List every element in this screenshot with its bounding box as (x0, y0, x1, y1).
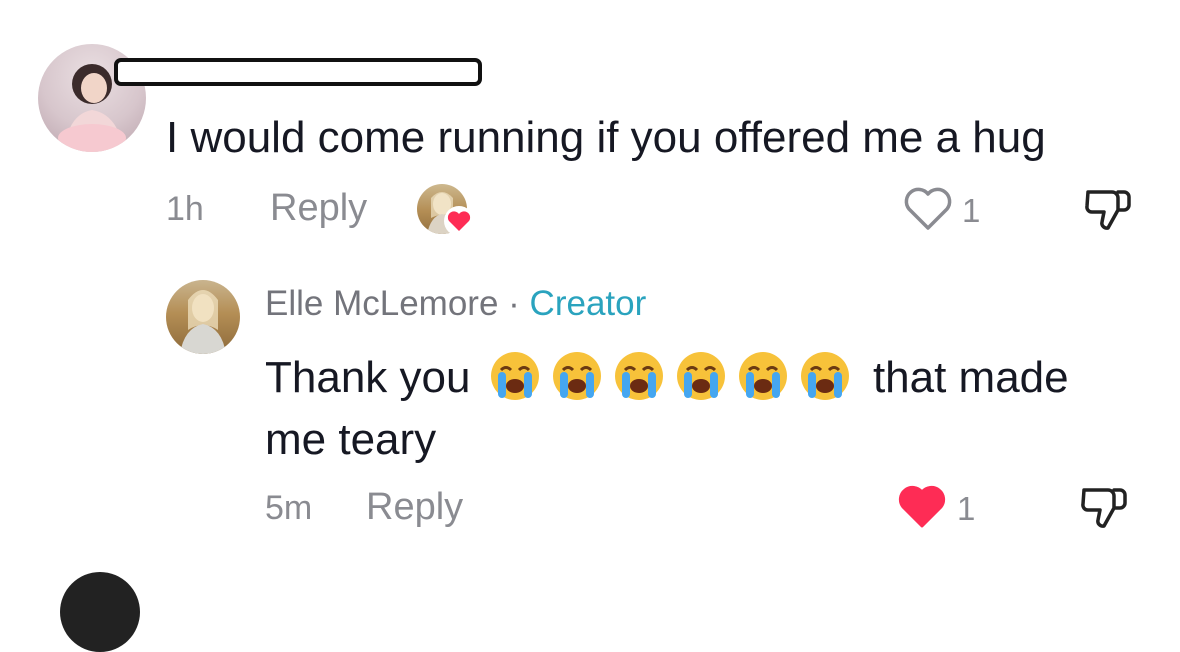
heart-outline-icon (904, 187, 952, 230)
loudly-crying-face-icon (738, 352, 787, 400)
reply-like-count: 1 (957, 490, 976, 527)
comment-like-count: 1 (962, 192, 981, 229)
loudly-crying-face-icon (676, 352, 725, 400)
reply-text-line2: me teary (265, 415, 437, 464)
reply-dislike-button[interactable] (1078, 482, 1128, 537)
comment-reply-button[interactable]: Reply (270, 187, 367, 230)
thumbs-down-icon (1085, 190, 1131, 230)
next-comment-avatar[interactable] (60, 572, 140, 652)
reply-timestamp: 5m (265, 489, 313, 527)
comment-text: I would come running if you offered me a… (166, 113, 1046, 162)
heart-icon (447, 211, 471, 231)
reply-like-button[interactable] (896, 484, 948, 535)
reply-text-start: Thank you (265, 353, 471, 402)
reply-text-end: that made (872, 353, 1069, 402)
emoji-group (489, 352, 873, 402)
redacted-username (114, 58, 482, 86)
comment-like-button[interactable] (902, 186, 954, 237)
reply-text: Thank you that made me teary (265, 347, 1145, 471)
loudly-crying-face-icon (800, 352, 849, 400)
author-separator: · (508, 284, 520, 323)
thumbs-down-icon (1081, 488, 1127, 528)
heart-filled-icon (898, 485, 946, 528)
creator-badge: Creator (529, 284, 647, 323)
creator-heart-badge (444, 206, 474, 236)
reply-author-line: Elle McLemore · Creator (265, 284, 646, 324)
loudly-crying-face-icon (614, 352, 663, 400)
comment-dislike-button[interactable] (1082, 184, 1132, 239)
loudly-crying-face-icon (490, 352, 539, 400)
creator-avatar[interactable] (166, 280, 240, 354)
loudly-crying-face-icon (552, 352, 601, 400)
comment-timestamp: 1h (166, 190, 204, 228)
reply-reply-button[interactable]: Reply (366, 486, 463, 529)
reply-author-name[interactable]: Elle McLemore (265, 284, 498, 323)
